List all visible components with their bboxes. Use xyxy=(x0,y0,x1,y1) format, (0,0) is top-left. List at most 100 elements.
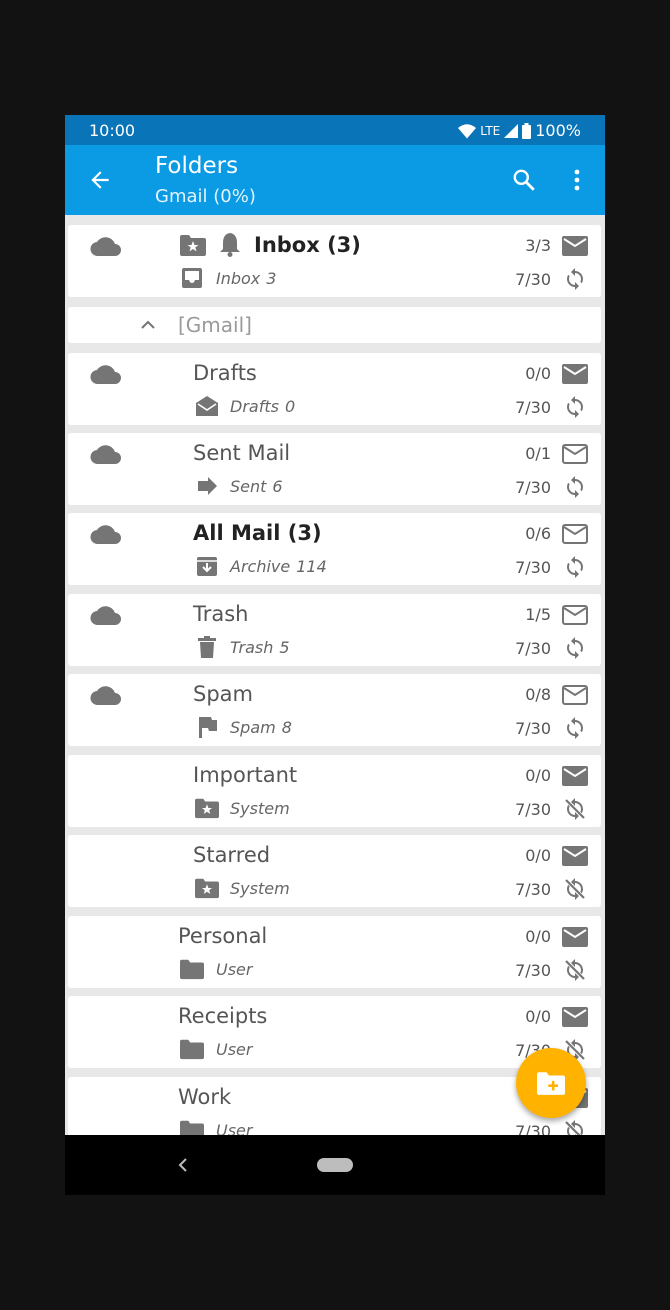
folder-name: Trash xyxy=(193,602,249,626)
mail-outline-icon xyxy=(562,685,588,705)
folder-type: User xyxy=(216,960,253,979)
mail-icon xyxy=(562,236,588,256)
folder-name: Drafts xyxy=(193,361,257,385)
sync-off-icon[interactable] xyxy=(563,958,587,982)
folder-name: Sent Mail xyxy=(193,441,291,465)
folder-type: System xyxy=(230,799,290,818)
send-arrow-icon xyxy=(198,477,217,495)
folder-count: 5 xyxy=(279,638,290,657)
message-counts: 0/0 xyxy=(525,927,551,946)
create-folder-button[interactable] xyxy=(516,1048,586,1118)
sync-days: 7/30 xyxy=(515,639,551,658)
app-bar: Folders Gmail (0%) xyxy=(65,145,605,215)
folder-name: Personal xyxy=(178,924,268,948)
message-counts: 0/6 xyxy=(525,524,551,543)
sync-off-icon[interactable] xyxy=(563,797,587,821)
inbox-tray-icon xyxy=(182,268,202,288)
folder-name: All Mail (3) xyxy=(193,521,322,545)
sync-icon[interactable] xyxy=(563,475,587,499)
sync-icon[interactable] xyxy=(563,636,587,660)
sync-icon[interactable] xyxy=(563,716,587,740)
trash-icon xyxy=(198,636,216,658)
message-counts: 0/0 xyxy=(525,846,551,865)
cloud-icon xyxy=(90,686,121,706)
folder-row-inbox[interactable]: Inbox (3) Inbox 3 3/3 7/30 xyxy=(68,225,601,297)
group-label: [Gmail] xyxy=(178,313,252,337)
mail-outline-icon xyxy=(562,524,588,544)
mail-icon xyxy=(562,846,588,866)
cloud-icon xyxy=(90,237,121,257)
starred-folder-icon xyxy=(180,235,206,256)
sync-icon[interactable] xyxy=(563,267,587,291)
mail-icon xyxy=(562,927,588,947)
mail-icon xyxy=(562,766,588,786)
nav-home-pill[interactable] xyxy=(317,1158,353,1172)
sync-days: 7/30 xyxy=(515,719,551,738)
folder-count: 8 xyxy=(281,718,292,737)
cloud-icon xyxy=(90,525,121,545)
folder-name: Work xyxy=(178,1085,232,1109)
sync-off-icon[interactable] xyxy=(563,1119,587,1135)
more-options-icon[interactable] xyxy=(567,167,587,193)
sync-days: 7/30 xyxy=(515,880,551,899)
starred-folder-icon xyxy=(195,878,219,899)
nav-back-icon[interactable] xyxy=(175,1155,191,1175)
folder-name: Inbox (3) xyxy=(254,233,361,257)
folder-count: 0 xyxy=(284,397,296,416)
chevron-up-icon[interactable] xyxy=(140,317,156,331)
cloud-icon xyxy=(90,606,121,626)
wifi-icon xyxy=(458,123,477,138)
folder-name: Important xyxy=(193,763,298,787)
sync-off-icon[interactable] xyxy=(563,877,587,901)
folder-row-important[interactable]: Important System 0/0 7/30 xyxy=(68,755,601,827)
folder-type: User xyxy=(216,1121,253,1135)
battery-percent: 100% xyxy=(535,121,581,140)
archive-icon xyxy=(197,557,217,576)
folder-row-trash[interactable]: Trash Trash 5 1/5 7/30 xyxy=(68,594,601,666)
folder-type: System xyxy=(230,879,290,898)
account-group-header[interactable]: [Gmail] xyxy=(68,307,601,343)
sync-days: 7/30 xyxy=(515,398,551,417)
folder-row-sent[interactable]: Sent Mail Sent 6 0/1 7/30 xyxy=(68,433,601,505)
folder-row-starred[interactable]: Starred System 0/0 7/30 xyxy=(68,835,601,907)
sync-days: 7/30 xyxy=(515,270,551,289)
sync-icon[interactable] xyxy=(563,555,587,579)
signal-icon xyxy=(504,123,519,138)
folder-icon xyxy=(180,1120,204,1135)
folder-row-receipts[interactable]: Receipts User 0/0 7/30 xyxy=(68,996,601,1068)
battery-icon xyxy=(522,122,532,139)
notification-bell-icon xyxy=(220,233,240,257)
message-counts: 0/0 xyxy=(525,766,551,785)
folder-row-drafts[interactable]: Drafts Drafts 0 0/0 7/30 xyxy=(68,353,601,425)
folder-row-personal[interactable]: Personal User 0/0 7/30 xyxy=(68,916,601,988)
mail-outline-icon xyxy=(562,444,588,464)
starred-folder-icon xyxy=(195,798,219,819)
message-counts: 0/1 xyxy=(525,444,551,463)
system-nav-bar xyxy=(65,1135,605,1195)
folder-type: Spam xyxy=(230,718,276,737)
mail-icon xyxy=(562,1007,588,1027)
cloud-icon xyxy=(90,445,121,465)
back-arrow-icon[interactable] xyxy=(87,167,113,193)
folder-row-all-mail[interactable]: All Mail (3) Archive 114 0/6 7/30 xyxy=(68,513,601,585)
folder-list[interactable]: Inbox (3) Inbox 3 3/3 7/30 [Gmail] Drafts… xyxy=(65,215,605,1135)
sync-days: 7/30 xyxy=(515,800,551,819)
search-icon[interactable] xyxy=(511,167,537,193)
drafts-icon xyxy=(196,396,218,416)
sync-days: 7/30 xyxy=(515,961,551,980)
message-counts: 0/8 xyxy=(525,685,551,704)
folder-count: 3 xyxy=(266,269,277,288)
sync-days: 7/30 xyxy=(515,1122,551,1135)
folder-name: Receipts xyxy=(178,1004,268,1028)
cloud-icon xyxy=(90,365,121,385)
sync-days: 7/30 xyxy=(515,558,551,577)
folder-name: Spam xyxy=(193,682,253,706)
sync-days: 7/30 xyxy=(515,478,551,497)
folder-count: 114 xyxy=(296,557,327,576)
network-type: LTE xyxy=(480,123,501,138)
folder-row-spam[interactable]: Spam Spam 8 0/8 7/30 xyxy=(68,674,601,746)
message-counts: 3/3 xyxy=(525,236,551,255)
sync-icon[interactable] xyxy=(563,395,587,419)
folder-name: Starred xyxy=(193,843,271,867)
folder-count: 6 xyxy=(272,477,283,496)
